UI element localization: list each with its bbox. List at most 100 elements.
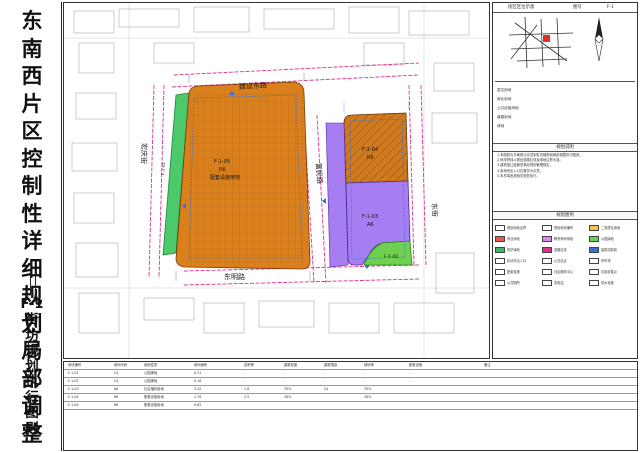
title-char: 片 [21, 91, 43, 116]
legend-label: 社区服务中心 [554, 270, 574, 274]
table-cell: R6 [114, 395, 119, 399]
title-char: 东 [21, 9, 43, 33]
legend-item: 配套设施 [495, 269, 541, 276]
table-row: F-1-05 R6 配套设施用地 9.85 [64, 402, 637, 410]
legend-swatch [495, 225, 505, 231]
legend-swatch [495, 280, 505, 286]
table-cell: F-1-04 [68, 395, 79, 399]
table-cell: 公园绿地 [144, 379, 158, 383]
sheet-code: F-1 [20, 297, 44, 312]
table-cell: 公园绿地 [144, 371, 158, 375]
title-char: 详 [21, 229, 43, 253]
table-cell: 24 [324, 387, 329, 391]
table-cell: - [284, 371, 286, 375]
planning-map[interactable]: F-1-05 R6 配套设施用地 F-1-04 R6 F-1-03 A6 F-1… [64, 3, 489, 358]
subtitle-char: 街 [25, 312, 39, 328]
legend-swatch [542, 280, 552, 286]
table-cell: 9.85 [194, 403, 202, 407]
table-cell: F-1-01 [68, 371, 79, 375]
legend-swatch [495, 236, 505, 242]
table-header-cell: 配套设施 [409, 363, 423, 367]
table-cell: - [324, 379, 326, 383]
drawing-sheet: 东南西片区控制性详细规划局部调整 F-1 街坊规划执行图则 F-1-05 R6 … [0, 0, 640, 453]
table-header-cell: 地块编号 [68, 363, 82, 367]
road-north-label: 建设东路 [239, 81, 267, 91]
subtitle-char: 则 [25, 420, 39, 437]
road-east-label: 东街 [430, 203, 439, 217]
table-cell: 0.31 [194, 371, 202, 375]
parcel-code-F-1-04: R6 [367, 155, 374, 161]
legend-label: 公共厕所 [507, 281, 520, 285]
table-cell: 0.16 [194, 379, 202, 383]
table-row: F-1-01 G1 公园绿地 0.31 - - - - - [64, 370, 637, 378]
sheet-number-label: 图号 [573, 5, 582, 10]
table-header-cell: 用地性质 [144, 363, 158, 367]
note-line: 5.未尽事宜按相关规范执行。 [497, 173, 540, 178]
legend-swatch [589, 225, 599, 231]
subtitle-text: 街坊规划执行图则 [10, 312, 54, 437]
legend-item: 机动车出入口 [495, 258, 541, 265]
table-row: F-1-02 G1 公园绿地 0.16 - - - - - [64, 378, 637, 386]
table-cell: 1.8 [244, 387, 250, 391]
legend-label: 供水设施 [601, 281, 614, 285]
legend-swatch [542, 258, 552, 264]
parcel-label-F-1-04: F-1-04 [362, 147, 378, 153]
table-header-cell: 备注 [484, 363, 491, 367]
legend-item: 规划地块编号 [542, 225, 588, 232]
panel-header: 街区区位示意 图号 F-1 [493, 3, 637, 13]
land-use-item: 居住用地 [497, 88, 512, 92]
land-use-item: 商业用地 [497, 97, 512, 101]
legend-label: 公园绿地 [601, 237, 614, 241]
land-use-list: 居住用地 商业用地 公共设施用地 道路用地 绿地 [497, 86, 519, 131]
control-index-table: 地块编号 用地代码 用地性质 用地面积 容积率 建筑密度 建筑限高 绿地率 配套设施 备注 F-1-… [63, 361, 638, 451]
table-cell: G1 [114, 379, 119, 383]
table-cell: 35% [364, 387, 372, 391]
table-cell: 配套设施用地 [144, 395, 164, 399]
road-middle-label: 富民路 [314, 163, 324, 185]
parcel-F-1-03-west [325, 122, 349, 268]
legend-swatch [589, 247, 599, 253]
legend-label: 公交站点 [554, 259, 567, 263]
table-cell: F-1-05 [68, 403, 79, 407]
table-cell: - [244, 371, 246, 375]
legend-item: 建筑控制线 [589, 247, 635, 254]
legend-item: 道路红线 [542, 247, 588, 254]
land-use-item: 绿地 [497, 124, 505, 128]
table-row: F-1-03 A6 社会福利用地 3.42 1.8 35% 24 35% [64, 386, 637, 394]
legend-swatch [542, 269, 552, 275]
legend-swatch [542, 225, 552, 231]
parcel-label-F-1-03: F-1-03 [362, 214, 378, 220]
legend-swatch [495, 258, 505, 264]
legend-label: 防护绿地 [507, 248, 520, 252]
table-cell: - [364, 379, 366, 383]
table-cell: 2.5 [244, 395, 250, 399]
legend-item: 垃圾收集点 [589, 269, 635, 276]
map-frame[interactable]: F-1-05 R6 配套设施用地 F-1-04 R6 F-1-03 A6 F-1… [63, 2, 490, 359]
legend-label: 规划地块编号 [554, 226, 574, 230]
subtitle-char: 执 [25, 374, 39, 390]
parcel-label-F-1-02: F-1-02 [384, 254, 399, 260]
legend-label: 停车场 [601, 259, 611, 263]
table-header-cell: 用地代码 [114, 363, 128, 367]
legend-swatch [589, 258, 599, 264]
legend-swatch [495, 247, 505, 253]
subtitle-char: 划 [25, 358, 39, 375]
legend-item: 变电站 [542, 280, 588, 287]
parcel-code-F-1-05: R6 [219, 167, 226, 173]
title-divider [30, 270, 36, 294]
table-header-cell: 建筑限高 [324, 363, 338, 367]
subtitle-char: 规 [25, 343, 39, 359]
legend-item: 公交站点 [542, 258, 588, 265]
legend-item: 公园绿地 [589, 236, 635, 243]
subtitle-char: 图 [25, 405, 39, 421]
road-south-label: 东明路 [224, 272, 245, 281]
legend-item: 供水设施 [589, 280, 635, 287]
table-header-row: 地块编号 用地代码 用地性质 用地面积 容积率 建筑密度 建筑限高 绿地率 配套设施 备注 [64, 362, 637, 370]
legend-label: 建筑控制线 [601, 248, 617, 252]
legend-label: 垃圾收集点 [601, 270, 617, 274]
title-block: 东南西片区控制性详细规划局部调整 F-1 街坊规划执行图则 [2, 2, 62, 451]
legend-label: 配套设施 [507, 270, 520, 274]
legend-item: 二类居住用地 [589, 225, 635, 232]
parcel-F-1-05-grid [189, 93, 304, 263]
legend-label: 变电站 [554, 281, 564, 285]
